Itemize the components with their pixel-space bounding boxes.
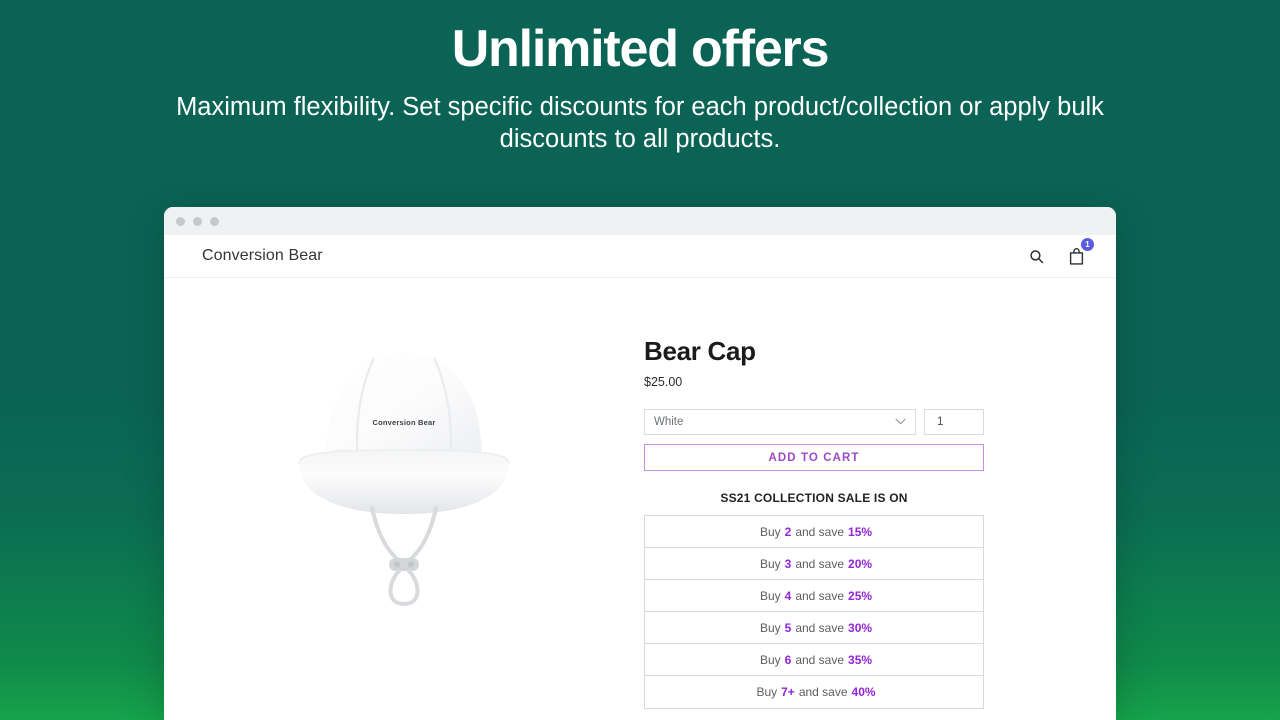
- sale-heading: SS21 COLLECTION SALE IS ON: [720, 491, 908, 505]
- add-to-cart-label: ADD TO CART: [768, 451, 860, 464]
- tier-discount: 25%: [848, 588, 873, 603]
- chevron-down-icon: [895, 416, 906, 428]
- tier-prefix: Buy: [759, 588, 781, 603]
- browser-titlebar: [164, 207, 1116, 235]
- tier-discount: 40%: [851, 685, 876, 699]
- tier-middle: and save: [798, 685, 848, 699]
- discount-tier-table: Buy 2 and save 15% Buy 3 and save 20% Buy 4 and …: [644, 515, 984, 709]
- variant-select-value: White: [654, 416, 684, 428]
- page-title: Unlimited offers: [451, 20, 830, 78]
- shopping-bag-icon[interactable]: 1: [1065, 238, 1094, 267]
- tier-quantity: 6: [784, 652, 792, 667]
- tier-quantity: 4: [784, 588, 792, 603]
- window-minimize-icon[interactable]: [193, 216, 202, 226]
- header-icon-group: 1: [1025, 238, 1094, 267]
- search-icon[interactable]: [1025, 245, 1047, 267]
- discount-tier-row[interactable]: Buy 4 and save 25%: [645, 580, 983, 612]
- store-header: Conversion Bear 1: [164, 235, 1116, 278]
- tier-prefix: Buy: [759, 620, 781, 635]
- product-image-brand-text: Conversion Bear: [372, 418, 436, 427]
- tier-discount: 35%: [848, 652, 873, 667]
- quantity-input[interactable]: 1: [924, 409, 984, 435]
- tier-prefix: Buy: [759, 524, 781, 539]
- tier-discount: 30%: [848, 620, 873, 635]
- tier-middle: and save: [795, 588, 845, 603]
- window-close-icon[interactable]: [176, 216, 185, 226]
- tier-quantity: 7+: [781, 685, 795, 699]
- product-section: Conversion Bear Bear Cap $25.00 White 1: [164, 278, 1116, 709]
- cart-count-badge: 1: [1081, 238, 1094, 251]
- window-maximize-icon[interactable]: [210, 216, 219, 226]
- product-image-bucket-hat[interactable]: Conversion Bear: [279, 332, 529, 622]
- product-title: Bear Cap: [644, 336, 756, 366]
- tier-discount: 15%: [848, 524, 873, 539]
- tier-quantity: 2: [784, 524, 792, 539]
- tier-middle: and save: [795, 652, 845, 667]
- tier-discount: 20%: [848, 556, 873, 571]
- tier-prefix: Buy: [759, 652, 781, 667]
- tier-prefix: Buy: [756, 685, 778, 699]
- quantity-value: 1: [937, 416, 944, 428]
- tier-middle: and save: [795, 556, 845, 571]
- product-price: $25.00: [644, 375, 683, 389]
- add-to-cart-button[interactable]: ADD TO CART: [644, 444, 984, 471]
- variant-select[interactable]: White: [644, 409, 916, 435]
- tier-prefix: Buy: [759, 556, 781, 571]
- discount-tier-row[interactable]: Buy 6 and save 35%: [645, 644, 983, 676]
- product-info: Bear Cap $25.00 White 1 ADD TO CART SS21…: [644, 324, 984, 709]
- product-media: Conversion Bear: [164, 324, 644, 709]
- discount-tier-row[interactable]: Buy 7+ and save 40%: [645, 676, 983, 708]
- page-subtitle: Maximum flexibility. Set specific discou…: [176, 93, 1104, 154]
- tier-quantity: 5: [784, 620, 792, 635]
- product-options-row: White 1: [644, 409, 984, 435]
- hero-section: Unlimited offers Maximum flexibility. Se…: [0, 0, 1280, 156]
- browser-window-mockup: Conversion Bear 1 Conversion Bear Bear C…: [164, 207, 1116, 720]
- tier-middle: and save: [795, 524, 845, 539]
- discount-tier-row[interactable]: Buy 2 and save 15%: [645, 516, 983, 548]
- store-name[interactable]: Conversion Bear: [202, 247, 323, 265]
- tier-middle: and save: [795, 620, 845, 635]
- discount-tier-row[interactable]: Buy 3 and save 20%: [645, 548, 983, 580]
- discount-tier-row[interactable]: Buy 5 and save 30%: [645, 612, 983, 644]
- tier-quantity: 3: [784, 556, 792, 571]
